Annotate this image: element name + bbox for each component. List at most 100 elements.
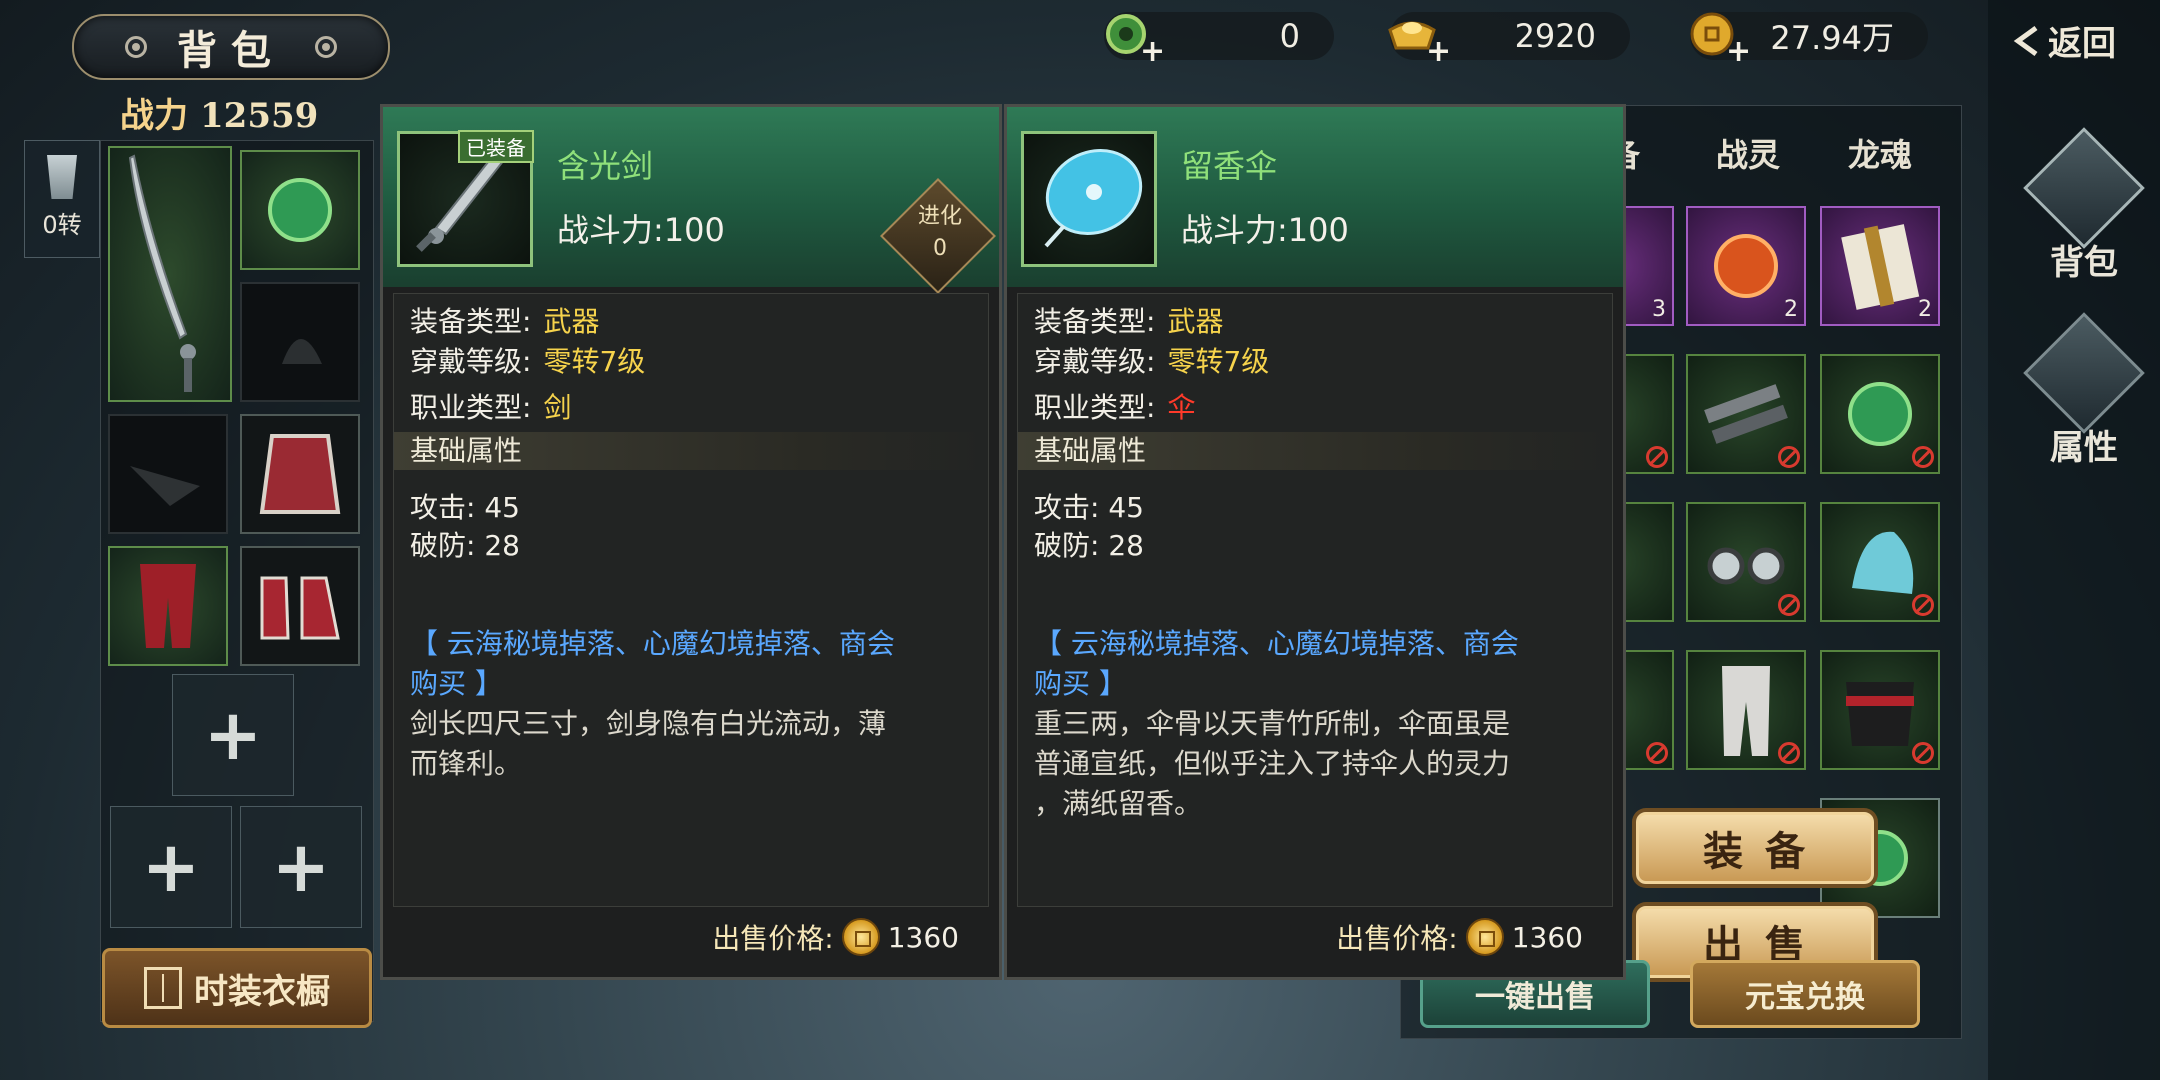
wear-level-row: 穿戴等级: 零转7级	[410, 340, 645, 380]
inventory-slot[interactable]	[1686, 650, 1806, 770]
equipped-badge: 已装备	[458, 130, 534, 163]
equip-type-value: 武器	[1167, 305, 1224, 338]
currency-value: 0	[1279, 17, 1300, 55]
item-count: 3	[1652, 297, 1666, 322]
sell-price-label: 出售价格:	[712, 922, 834, 955]
equip-type-row: 装备类型: 武器	[410, 300, 599, 340]
item-power: 战斗力:100	[1181, 211, 1349, 249]
equip-button[interactable]: 装备	[1636, 812, 1874, 884]
inventory-slot[interactable]	[1820, 354, 1940, 474]
combat-power: 战力 12559	[120, 88, 318, 137]
wardrobe-icon	[144, 967, 182, 1009]
rebirth-icon	[47, 155, 77, 199]
rebirth-label: 0转	[42, 211, 82, 239]
jade-orb-icon	[268, 178, 332, 242]
sell-price: 出售价格: 1360	[1336, 917, 1583, 957]
helmet-slot[interactable]	[240, 282, 360, 402]
wear-level-label: 穿戴等级:	[1034, 345, 1156, 378]
class-row: 职业类型: 剑	[410, 386, 571, 426]
coin-icon	[1465, 918, 1504, 956]
item-count: 2	[1918, 297, 1932, 322]
ornament-icon	[125, 36, 147, 58]
item-icon-frame	[1021, 131, 1157, 267]
tooltip-header: 留香伞 战斗力:100	[1007, 107, 1623, 287]
add-slot-button[interactable]: +	[240, 806, 362, 928]
umbrella-icon	[1044, 148, 1143, 248]
item-name: 含光剑	[557, 147, 654, 185]
add-slot-button[interactable]: +	[110, 806, 232, 928]
desc-line: 普通宣纸，但似乎注入了持伞人的灵力	[1034, 747, 1511, 780]
restricted-icon	[1778, 446, 1800, 468]
evolve-value: 0	[933, 236, 947, 261]
equip-type-row: 装备类型: 武器	[1034, 300, 1223, 340]
tab-dragon-soul[interactable]: 龙魂	[1848, 130, 1912, 176]
nav-attributes-button[interactable]: 属性	[2023, 312, 2145, 469]
sword-icon	[128, 154, 196, 392]
inventory-slot[interactable]	[1820, 502, 1940, 622]
sell-price-value: 1360	[887, 920, 959, 954]
pants-slot[interactable]	[108, 546, 228, 666]
source-line: 购买 】	[1034, 667, 1127, 700]
equip-type-value: 武器	[543, 305, 600, 338]
wear-level-value: 零转7级	[543, 345, 646, 378]
boots-slot[interactable]	[240, 546, 360, 666]
currency-value: 2920	[1514, 17, 1596, 55]
inventory-slot[interactable]	[1686, 502, 1806, 622]
tab-battle-spirit[interactable]: 战灵	[1716, 130, 1780, 176]
wardrobe-label: 时装衣橱	[194, 971, 330, 1012]
currency-gold[interactable]: + 2920	[1388, 12, 1630, 69]
item-source: 【 云海秘境掉落、心魔幻境掉落、商会 购买 】	[1034, 624, 1594, 704]
add-icon[interactable]: +	[1426, 34, 1451, 69]
restricted-icon	[1646, 742, 1668, 764]
shoulder-slot[interactable]	[108, 414, 228, 534]
sell-price: 出售价格: 1360	[712, 917, 959, 957]
robe-icon	[259, 434, 341, 514]
item-icon-frame: 已装备	[397, 130, 534, 267]
class-value: 剑	[543, 391, 572, 424]
add-slot-button[interactable]: +	[172, 674, 294, 796]
accessory-slot[interactable]	[240, 150, 360, 270]
restricted-icon	[1646, 446, 1668, 468]
add-icon[interactable]: +	[1726, 34, 1751, 69]
shoulder-armor-icon	[130, 466, 200, 506]
wardrobe-button[interactable]: 时装衣橱	[102, 948, 372, 1028]
chest-slot[interactable]	[240, 414, 360, 534]
section-header: 基础属性	[394, 432, 988, 470]
restricted-icon	[1778, 594, 1800, 616]
source-line: 购买 】	[410, 667, 503, 700]
rebirth-indicator[interactable]: 0转	[24, 140, 100, 258]
currency-jade[interactable]: + 0	[1104, 12, 1334, 69]
inventory-slot[interactable]	[1820, 650, 1940, 770]
currency-value: 27.94万	[1770, 19, 1894, 57]
boots-icon	[260, 576, 340, 640]
back-button[interactable]: 返回	[2012, 16, 2116, 65]
desc-line: 而锋利。	[410, 747, 523, 780]
wear-level-label: 穿戴等级:	[410, 345, 532, 378]
class-row: 职业类型: 伞	[1034, 386, 1195, 426]
inventory-slot[interactable]	[1686, 354, 1806, 474]
class-label: 职业类型:	[410, 391, 532, 424]
evolve-label: 进化	[917, 204, 962, 229]
page-title: 背包	[177, 27, 285, 74]
restricted-icon	[1912, 446, 1934, 468]
attack-stat: 攻击: 45	[410, 491, 520, 524]
add-icon[interactable]: +	[1140, 34, 1165, 69]
equip-type-label: 装备类型:	[410, 305, 532, 338]
item-count: 2	[1784, 297, 1798, 322]
combat-power-label: 战力	[120, 96, 188, 136]
pierce-stat: 破防: 28	[410, 529, 520, 562]
class-label: 职业类型:	[1034, 391, 1156, 424]
section-header: 基础属性	[1018, 432, 1612, 470]
pierce-stat: 破防: 28	[1034, 529, 1144, 562]
currency-coin[interactable]: + 27.94万	[1690, 12, 1928, 69]
tooltip-body: 装备类型: 武器 穿戴等级: 零转7级 职业类型: 剑 基础属性 攻击: 45 破防:…	[393, 293, 989, 907]
desc-line: 重三两，伞骨以天青竹所制，伞面虽是	[1034, 707, 1511, 740]
ingot-exchange-button[interactable]: 元宝兑换	[1690, 960, 1920, 1028]
equipped-item-tooltip: 已装备 含光剑 战斗力:100 进化 0 装备类型: 武器 穿戴等级: 零转7级 职业…	[380, 104, 1002, 980]
source-line: 【 云海秘境掉落、心魔幻境掉落、商会	[1034, 627, 1519, 660]
item-power: 战斗力:100	[557, 211, 725, 249]
nav-bag-button[interactable]: 背包	[2023, 127, 2145, 284]
inventory-slot[interactable]: 2	[1820, 206, 1940, 326]
weapon-slot[interactable]	[108, 146, 232, 402]
inventory-slot[interactable]: 2	[1686, 206, 1806, 326]
